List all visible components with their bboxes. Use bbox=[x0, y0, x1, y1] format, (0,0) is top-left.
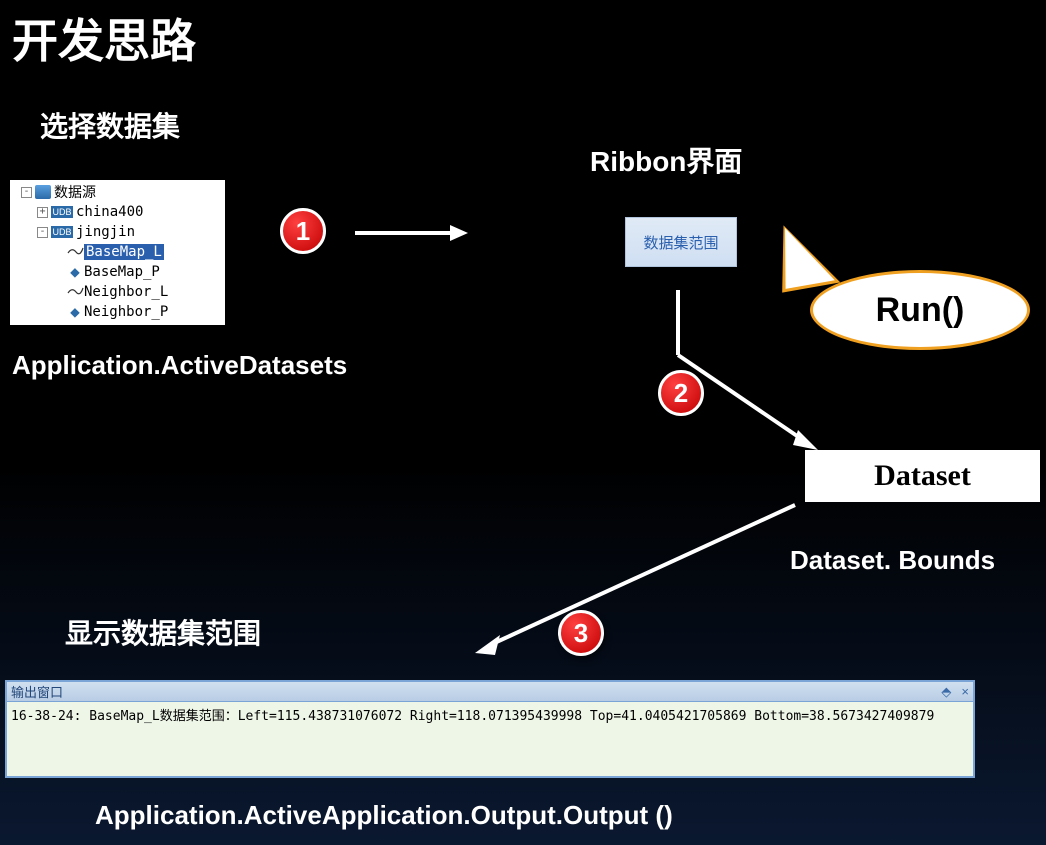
database-icon bbox=[35, 185, 51, 199]
tree-item-label: jingjin bbox=[76, 224, 135, 240]
step-badge-1: 1 bbox=[280, 208, 326, 254]
tree-item-label: Neighbor_L bbox=[84, 284, 168, 300]
tree-item-label: Neighbor_P bbox=[84, 304, 168, 320]
dataset-box: Dataset bbox=[805, 450, 1040, 502]
section-select-dataset: 选择数据集 bbox=[40, 105, 180, 145]
output-window-body: 16-38-24: BaseMap_L数据集范围：Left=115.438731… bbox=[7, 702, 973, 727]
api-output: Application.ActiveApplication.Output.Out… bbox=[95, 800, 673, 831]
tree-root[interactable]: - 数据源 bbox=[10, 182, 225, 202]
output-window-title: 输出窗口 bbox=[11, 682, 63, 701]
pin-icon[interactable]: ⬘ bbox=[941, 684, 951, 700]
slide-title: 开发思路 bbox=[12, 5, 196, 71]
arrow-1 bbox=[350, 218, 470, 248]
tree-item-china400[interactable]: + UDB china400 bbox=[10, 202, 225, 222]
ribbon-button-dataset-bounds[interactable]: 数据集范围 bbox=[625, 217, 737, 267]
tree-item-label: china400 bbox=[76, 204, 143, 220]
point-dataset-icon: ◆ bbox=[66, 265, 84, 279]
tree-item-basemap-p[interactable]: ◆ BaseMap_P bbox=[10, 262, 225, 282]
section-show-bounds: 显示数据集范围 bbox=[65, 612, 261, 652]
arrow-3 bbox=[470, 495, 810, 665]
api-active-datasets: Application.ActiveDatasets bbox=[12, 350, 347, 381]
line-dataset-icon bbox=[66, 283, 84, 301]
close-icon[interactable]: × bbox=[961, 684, 969, 700]
collapse-icon[interactable]: - bbox=[37, 227, 48, 238]
tree-item-label: BaseMap_P bbox=[84, 264, 160, 280]
tree-item-neighbor-l[interactable]: Neighbor_L bbox=[10, 282, 225, 302]
collapse-icon[interactable]: - bbox=[21, 187, 32, 198]
line-dataset-icon bbox=[66, 243, 84, 261]
dataset-bounds-label: Dataset. Bounds bbox=[790, 545, 995, 576]
point-dataset-icon: ◆ bbox=[66, 305, 84, 319]
tree-item-jingjin[interactable]: - UDB jingjin bbox=[10, 222, 225, 242]
udb-icon: UDB bbox=[51, 226, 73, 238]
datasource-tree[interactable]: - 数据源 + UDB china400 - UDB jingjin BaseM… bbox=[10, 180, 225, 325]
expand-icon[interactable]: + bbox=[37, 207, 48, 218]
run-callout: Run() bbox=[810, 270, 1030, 350]
output-window-title-bar: 输出窗口 ⬘ × bbox=[7, 682, 973, 702]
speech-tail bbox=[775, 221, 835, 289]
tree-item-label: BaseMap_L bbox=[84, 244, 164, 260]
arrow-2 bbox=[668, 285, 838, 455]
tree-item-neighbor-p[interactable]: ◆ Neighbor_P bbox=[10, 302, 225, 322]
udb-icon: UDB bbox=[51, 206, 73, 218]
tree-item-basemap-l[interactable]: BaseMap_L bbox=[10, 242, 225, 262]
output-window[interactable]: 输出窗口 ⬘ × 16-38-24: BaseMap_L数据集范围：Left=1… bbox=[5, 680, 975, 778]
tree-root-label: 数据源 bbox=[54, 182, 96, 202]
ribbon-label: Ribbon界面 bbox=[590, 140, 742, 180]
